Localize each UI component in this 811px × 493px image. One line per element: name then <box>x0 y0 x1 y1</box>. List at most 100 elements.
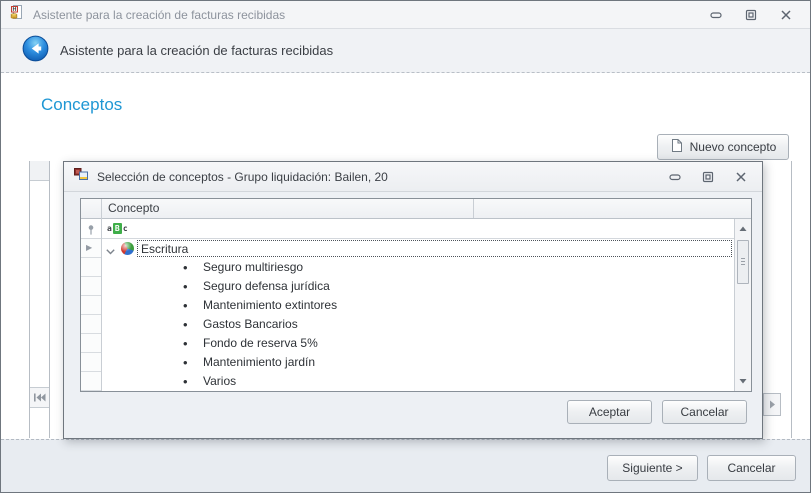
concept-selection-dialog: Selección de conceptos - Grupo liquidaci… <box>63 161 763 439</box>
row-indicator-cell <box>81 372 101 391</box>
scroll-right-icon <box>769 400 775 409</box>
concept-item-row[interactable]: • Seguro multiriesgo <box>81 258 734 277</box>
close-icon[interactable] <box>778 7 794 23</box>
concept-item-row[interactable]: • Varios <box>81 372 734 391</box>
bullet-icon: • <box>183 336 188 351</box>
new-concept-button[interactable]: Nuevo concepto <box>657 134 789 160</box>
row-indicator-cell: ▶ <box>81 239 101 258</box>
gutter-separator <box>101 199 102 391</box>
concept-item-label: Seguro defensa jurídica <box>203 279 330 293</box>
accept-label: Aceptar <box>588 405 631 419</box>
concept-group-row[interactable]: ▶ Escritura <box>81 239 734 258</box>
bullet-icon: • <box>183 298 188 313</box>
window-controls <box>708 7 802 23</box>
concept-item-row[interactable]: • Mantenimiento extintores <box>81 296 734 315</box>
item-row-content[interactable]: • Gastos Bancarios <box>101 315 734 334</box>
first-record-icon <box>34 393 46 402</box>
scroll-down-icon <box>739 379 747 384</box>
row-indicator-cell <box>81 296 101 315</box>
bullet-icon: • <box>183 260 188 275</box>
background-grid-header-cell <box>30 161 49 181</box>
row-indicator-cell <box>81 334 101 353</box>
vertical-scrollbar[interactable] <box>734 219 751 391</box>
abc-letter-a: a <box>107 224 112 233</box>
first-record-button[interactable] <box>30 387 49 408</box>
bullet-icon: • <box>183 317 188 332</box>
item-row-content[interactable]: • Varios <box>101 372 734 391</box>
new-document-icon <box>670 138 683 156</box>
concept-item-label: Varios <box>203 374 237 388</box>
concept-item-row[interactable]: • Mantenimiento jardín <box>81 353 734 372</box>
scroll-up-icon <box>739 226 747 231</box>
group-row-content[interactable]: Escritura <box>101 239 734 258</box>
chevron-down-icon[interactable] <box>105 245 116 259</box>
item-row-content[interactable]: • Seguro defensa jurídica <box>101 277 734 296</box>
back-button[interactable] <box>22 35 49 67</box>
dialog-cancel-button[interactable]: Cancelar <box>662 400 747 424</box>
concept-item-label: Seguro multiriesgo <box>203 260 304 274</box>
row-indicator-cell <box>81 315 101 334</box>
concept-item-label: Mantenimiento jardín <box>203 355 316 369</box>
wizard-header: Asistente para la creación de facturas r… <box>1 29 810 73</box>
concept-item-label: Gastos Bancarios <box>203 317 298 331</box>
dialog-titlebar: Selección de conceptos - Grupo liquidaci… <box>64 162 762 192</box>
column-separator[interactable] <box>473 199 474 218</box>
row-indicator-cell <box>81 258 101 277</box>
new-concept-label: Nuevo concepto <box>689 140 777 154</box>
item-row-content[interactable]: • Mantenimiento extintores <box>101 296 734 315</box>
background-grid-right-border <box>791 161 792 438</box>
abc-letter-c: c <box>122 224 128 233</box>
focused-cell[interactable]: Escritura <box>137 240 732 257</box>
wizard-cancel-label: Cancelar <box>727 461 776 475</box>
concept-group-icon <box>121 242 134 255</box>
page-title: Conceptos <box>41 95 123 114</box>
dialog-maximize-icon[interactable] <box>700 169 716 185</box>
row-indicator-icon: ▶ <box>86 243 93 252</box>
bullet-icon: • <box>183 279 188 294</box>
maximize-icon[interactable] <box>743 7 759 23</box>
dialog-cancel-label: Cancelar <box>680 405 729 419</box>
row-indicator-cell <box>81 277 101 296</box>
main-titlebar: H Asistente para la creación de facturas… <box>1 1 810 29</box>
filter-abc-icon[interactable]: a B c <box>107 223 128 234</box>
concept-item-label: Fondo de reserva 5% <box>203 336 318 350</box>
svg-text:H: H <box>13 7 17 13</box>
concept-item-row[interactable]: • Gastos Bancarios <box>81 315 734 334</box>
wizard-cancel-button[interactable]: Cancelar <box>707 455 796 481</box>
group-label: Escritura <box>141 241 189 256</box>
minimize-icon[interactable] <box>708 7 724 23</box>
auto-filter-row[interactable]: a B c <box>81 219 751 239</box>
background-grid-indicator-column <box>29 161 50 438</box>
accept-button[interactable]: Aceptar <box>567 400 652 424</box>
scrollbar-grip <box>741 258 745 265</box>
scroll-up-button[interactable] <box>735 222 751 236</box>
next-label: Siguiente > <box>622 461 683 475</box>
wizard-footer: Siguiente > Cancelar <box>1 439 810 492</box>
concept-item-row[interactable]: • Fondo de reserva 5% <box>81 334 734 353</box>
app-icon: H <box>9 4 25 25</box>
wizard-header-title: Asistente para la creación de facturas r… <box>60 43 334 58</box>
scroll-down-button[interactable] <box>735 374 751 388</box>
dialog-title: Selección de conceptos - Grupo liquidaci… <box>97 169 388 184</box>
bullet-icon: • <box>183 374 188 389</box>
grid-header-row: Concepto <box>81 199 751 219</box>
concept-item-label: Mantenimiento extintores <box>203 298 338 312</box>
column-header-concepto[interactable]: Concepto <box>108 199 159 218</box>
tree-rows: ▶ Escritura • Seguro multiriesgo • Segur… <box>81 239 734 391</box>
dialog-close-icon[interactable] <box>733 169 749 185</box>
item-row-content[interactable]: • Fondo de reserva 5% <box>101 334 734 353</box>
next-button[interactable]: Siguiente > <box>607 455 698 481</box>
row-indicator-cell <box>81 353 101 372</box>
main-window: H Asistente para la creación de facturas… <box>0 0 811 493</box>
dialog-minimize-icon[interactable] <box>667 169 683 185</box>
bullet-icon: • <box>183 355 188 370</box>
abc-letter-b: B <box>112 223 122 234</box>
concept-tree-grid: Concepto a B c ▶ Escritura • Seguro mult… <box>80 198 752 392</box>
item-row-content[interactable]: • Seguro multiriesgo <box>101 258 734 277</box>
dialog-icon <box>73 166 89 187</box>
item-row-content[interactable]: • Mantenimiento jardín <box>101 353 734 372</box>
scrollbar-thumb[interactable] <box>737 240 749 284</box>
concept-item-row[interactable]: • Seguro defensa jurídica <box>81 277 734 296</box>
scroll-right-button[interactable] <box>763 393 781 416</box>
dialog-window-controls <box>667 169 753 185</box>
